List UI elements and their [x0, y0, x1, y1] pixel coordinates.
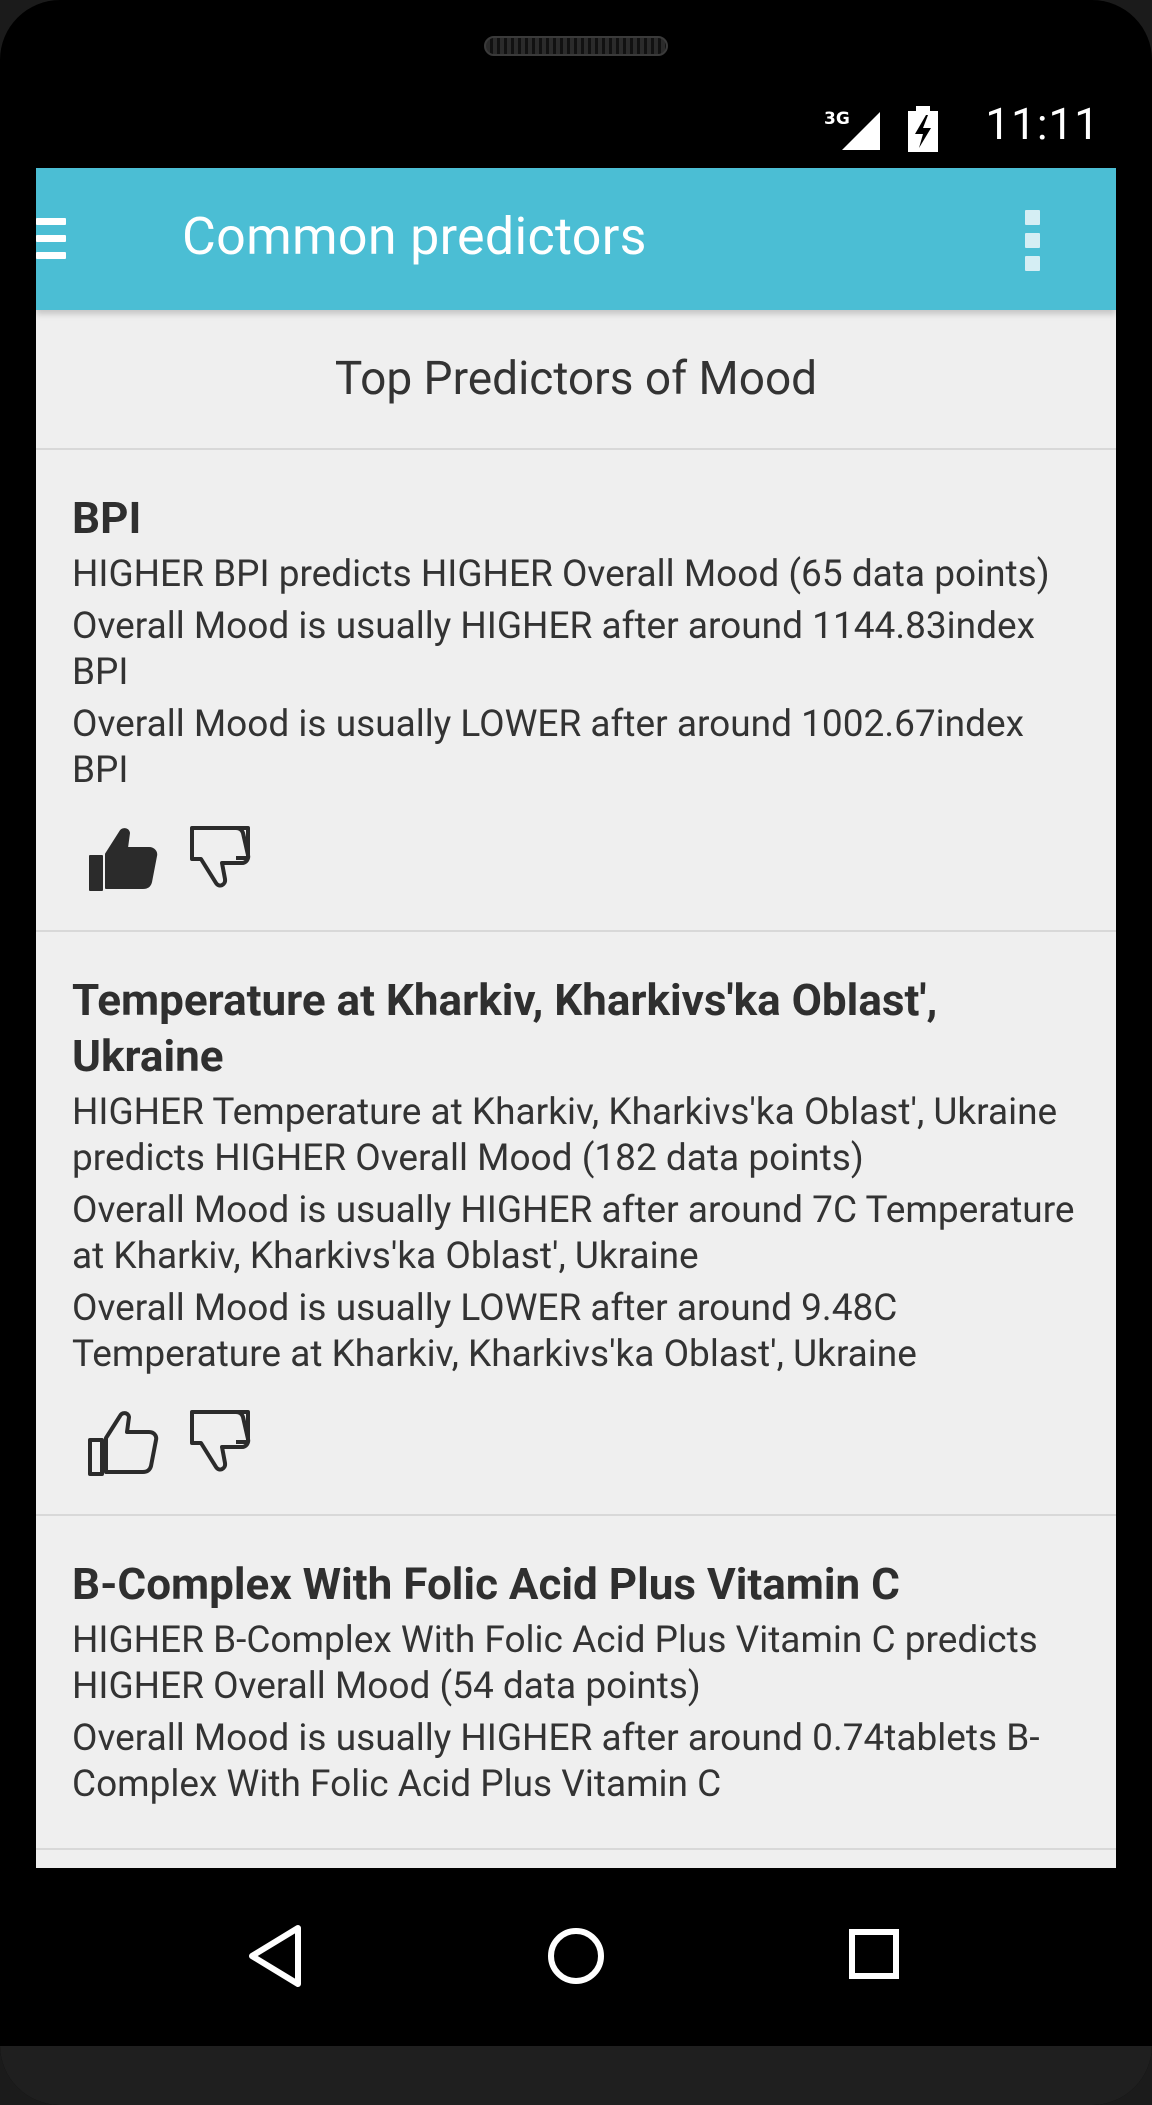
status-bar: 3G 11:11 [36, 90, 1116, 168]
section-title: Top Predictors of Mood [36, 310, 1116, 450]
predictor-higher-threshold: Overall Mood is usually HIGHER after aro… [72, 1189, 1075, 1278]
earpiece-speaker [484, 36, 668, 56]
device-bottom-bezel [0, 2046, 1152, 2105]
predictor-card: Temperature at Kharkiv, Kharkivs'ka Obla… [36, 932, 1116, 1516]
recents-icon[interactable] [838, 1918, 914, 1994]
predictor-lower-threshold: Overall Mood is usually LOWER after arou… [72, 1287, 917, 1376]
signal-3g-icon: 3G [824, 109, 880, 150]
vote-row [72, 820, 1080, 896]
battery-charging-icon [908, 106, 938, 152]
status-clock: 11:11 [985, 98, 1100, 150]
more-vert-icon[interactable] [1022, 210, 1042, 274]
back-icon[interactable] [238, 1918, 314, 1994]
predictor-higher-threshold: Overall Mood is usually HIGHER after aro… [72, 605, 1035, 694]
vote-row [72, 1404, 1080, 1480]
app-bar: Common predictors [36, 168, 1116, 310]
predictor-title: BPI [72, 492, 142, 544]
app-screen: Common predictors Top Predictors of Mood… [36, 168, 1116, 1868]
device-frame: 3G 11:11 Common predictors Top Predictor… [0, 0, 1152, 2105]
predictor-summary: HIGHER BPI predicts HIGHER Overall Mood … [72, 553, 1050, 596]
network-type-label: 3G [824, 109, 850, 129]
predictor-lower-threshold: Overall Mood is usually LOWER after arou… [72, 703, 1024, 792]
app-title: Common predictors [182, 206, 647, 267]
predictor-title: B-Complex With Folic Acid Plus Vitamin C [72, 1558, 900, 1610]
thumbs-up-filled-icon[interactable] [84, 820, 160, 896]
thumbs-up-outline-icon[interactable] [84, 1404, 160, 1480]
predictor-summary: HIGHER B-Complex With Folic Acid Plus Vi… [72, 1619, 1038, 1708]
home-icon[interactable] [538, 1918, 614, 1994]
predictor-list: BPI HIGHER BPI predicts HIGHER Overall M… [36, 450, 1116, 1850]
predictor-summary: HIGHER Temperature at Kharkiv, Kharkivs'… [72, 1091, 1058, 1180]
navigation-bar [0, 1868, 1152, 2046]
thumbs-down-outline-icon[interactable] [182, 820, 258, 896]
predictor-title: Temperature at Kharkiv, Kharkivs'ka Obla… [72, 974, 938, 1082]
predictor-card: BPI HIGHER BPI predicts HIGHER Overall M… [36, 450, 1116, 932]
predictor-higher-threshold: Overall Mood is usually HIGHER after aro… [72, 1717, 1040, 1806]
hamburger-menu-icon[interactable] [36, 218, 66, 260]
thumbs-down-outline-icon[interactable] [182, 1404, 258, 1480]
predictor-card: B-Complex With Folic Acid Plus Vitamin C… [36, 1516, 1116, 1850]
